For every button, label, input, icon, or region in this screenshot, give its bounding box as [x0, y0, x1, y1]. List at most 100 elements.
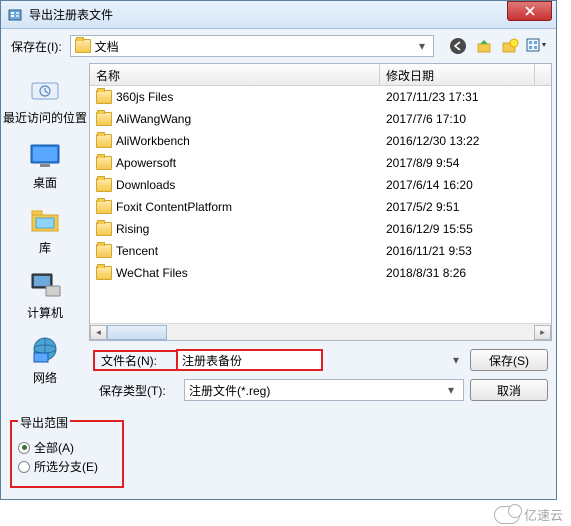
file-name: Downloads — [116, 178, 175, 192]
file-list: 名称 修改日期 360js Files 2017/11/23 17:31 AliW… — [89, 63, 552, 341]
sidebar-item-computer[interactable]: 计算机 — [1, 264, 89, 325]
sidebar-item-desktop[interactable]: 桌面 — [1, 134, 89, 195]
folder-icon — [96, 200, 112, 214]
file-name: 360js Files — [116, 90, 173, 104]
save-button[interactable]: 保存(S) — [470, 349, 548, 371]
back-button[interactable] — [448, 36, 468, 56]
sidebar-item-libraries[interactable]: 库 — [1, 199, 89, 260]
radio-icon — [18, 442, 30, 454]
main-area: 名称 修改日期 360js Files 2017/11/23 17:31 AliW… — [89, 63, 552, 413]
app-icon — [7, 7, 23, 23]
file-date: 2017/6/14 16:20 — [380, 178, 551, 192]
filename-input[interactable]: 注册表备份 — [176, 349, 323, 371]
filename-row: 文件名(N): 注册表备份 ▾ 保存(S) — [93, 349, 548, 371]
export-range-title: 导出范围 — [18, 414, 70, 431]
radio-label: 所选分支(E) — [34, 458, 98, 475]
folder-icon — [96, 266, 112, 280]
file-date: 2017/8/9 9:54 — [380, 156, 551, 170]
filetype-label: 保存类型(T): — [93, 382, 178, 399]
file-date: 2017/7/6 17:10 — [380, 112, 551, 126]
table-row[interactable]: Apowersoft 2017/8/9 9:54 — [90, 152, 551, 174]
chevron-down-icon[interactable]: ▾ — [448, 353, 464, 367]
table-row[interactable]: Foxit ContentPlatform2017/5/2 9:51 — [90, 196, 551, 218]
sidebar-item-recent[interactable]: 最近访问的位置 — [1, 69, 89, 130]
table-row[interactable]: Downloads 2017/6/14 16:20 — [90, 174, 551, 196]
form-area: 文件名(N): 注册表备份 ▾ 保存(S) 保存类型(T): 注册文件(*.re… — [89, 341, 552, 413]
titlebar: 导出注册表文件 — [1, 1, 556, 29]
watermark: 亿速云 — [494, 505, 563, 524]
column-header-date[interactable]: 修改日期 — [380, 64, 535, 85]
column-header-end — [535, 64, 551, 85]
folder-icon — [96, 90, 112, 104]
filename-label: 文件名(N): — [93, 350, 178, 371]
file-date: 2017/5/2 9:51 — [380, 200, 551, 214]
libraries-icon — [25, 203, 65, 237]
view-menu-icon — [526, 37, 546, 55]
filetype-row: 保存类型(T): 注册文件(*.reg) ▾ 取消 — [93, 379, 548, 401]
table-row[interactable]: 360js Files 2017/11/23 17:31 — [90, 86, 551, 108]
network-icon — [25, 333, 65, 367]
view-menu-button[interactable] — [526, 36, 546, 56]
file-name: AliWangWang — [116, 112, 191, 126]
up-button[interactable] — [474, 36, 494, 56]
file-name: AliWorkbench — [116, 134, 190, 148]
toolbar: 保存在(I): 文档 ▾ — [1, 29, 556, 63]
table-row[interactable]: WeChat Files 2018/8/31 8:26 — [90, 262, 551, 284]
sidebar: 最近访问的位置 桌面 库 计算机 网络 — [1, 63, 89, 413]
desktop-icon — [25, 138, 65, 172]
radio-all[interactable]: 全部(A) — [18, 439, 116, 456]
file-name: Rising — [116, 222, 149, 236]
export-range-group: 导出范围 全部(A) 所选分支(E) — [10, 420, 124, 488]
save-in-combo[interactable]: 文档 ▾ — [70, 35, 434, 57]
cloud-icon — [494, 506, 520, 524]
folder-icon — [96, 244, 112, 258]
list-header: 名称 修改日期 — [90, 64, 551, 86]
filetype-combo[interactable]: 注册文件(*.reg) ▾ — [184, 379, 464, 401]
table-row[interactable]: AliWangWang 2017/7/6 17:10 — [90, 108, 551, 130]
horizontal-scrollbar[interactable]: ◂ ▸ — [90, 323, 551, 340]
scroll-left-button[interactable]: ◂ — [90, 325, 107, 340]
file-name: Tencent — [116, 244, 158, 258]
file-date: 2016/12/9 15:55 — [380, 222, 551, 236]
file-name: WeChat Files — [116, 266, 188, 280]
column-header-name[interactable]: 名称 — [90, 64, 380, 85]
table-row[interactable]: AliWorkbench2016/12/30 13:22 — [90, 130, 551, 152]
sidebar-item-label: 网络 — [33, 369, 57, 386]
chevron-down-icon: ▾ — [443, 383, 459, 397]
radio-icon — [18, 461, 30, 473]
new-folder-button[interactable] — [500, 36, 520, 56]
file-date: 2017/11/23 17:31 — [380, 90, 551, 104]
sidebar-item-label: 库 — [39, 239, 51, 256]
titlebar-title: 导出注册表文件 — [29, 6, 507, 23]
folder-icon — [96, 178, 112, 192]
folder-icon — [75, 39, 91, 53]
filename-value: 注册表备份 — [182, 352, 317, 369]
cancel-button[interactable]: 取消 — [470, 379, 548, 401]
table-row[interactable]: Tencent2016/11/21 9:53 — [90, 240, 551, 262]
scroll-right-button[interactable]: ▸ — [534, 325, 551, 340]
back-icon — [449, 37, 467, 55]
save-in-value: 文档 — [95, 38, 415, 55]
filetype-value: 注册文件(*.reg) — [189, 382, 443, 399]
list-body[interactable]: 360js Files 2017/11/23 17:31 AliWangWang 2… — [90, 86, 551, 323]
table-row[interactable]: Rising 2016/12/9 15:55 — [90, 218, 551, 240]
sidebar-item-label: 桌面 — [33, 174, 57, 191]
sidebar-item-label: 最近访问的位置 — [3, 109, 87, 126]
dialog-window: 导出注册表文件 保存在(I): 文档 ▾ — [0, 0, 557, 500]
sidebar-item-label: 计算机 — [27, 304, 63, 321]
watermark-text: 亿速云 — [524, 505, 563, 524]
file-date: 2018/8/31 8:26 — [380, 266, 551, 280]
folder-icon — [96, 112, 112, 126]
radio-label: 全部(A) — [34, 439, 74, 456]
close-icon — [525, 6, 535, 16]
recent-icon — [25, 73, 65, 107]
body-area: 最近访问的位置 桌面 库 计算机 网络 名称 — [1, 63, 556, 413]
close-button[interactable] — [507, 1, 552, 21]
folder-icon — [96, 134, 112, 148]
sidebar-item-network[interactable]: 网络 — [1, 329, 89, 390]
file-name: Apowersoft — [116, 156, 176, 170]
scroll-thumb[interactable] — [107, 325, 167, 340]
folder-icon — [96, 222, 112, 236]
radio-selected-branch[interactable]: 所选分支(E) — [18, 458, 116, 475]
folder-icon — [96, 156, 112, 170]
